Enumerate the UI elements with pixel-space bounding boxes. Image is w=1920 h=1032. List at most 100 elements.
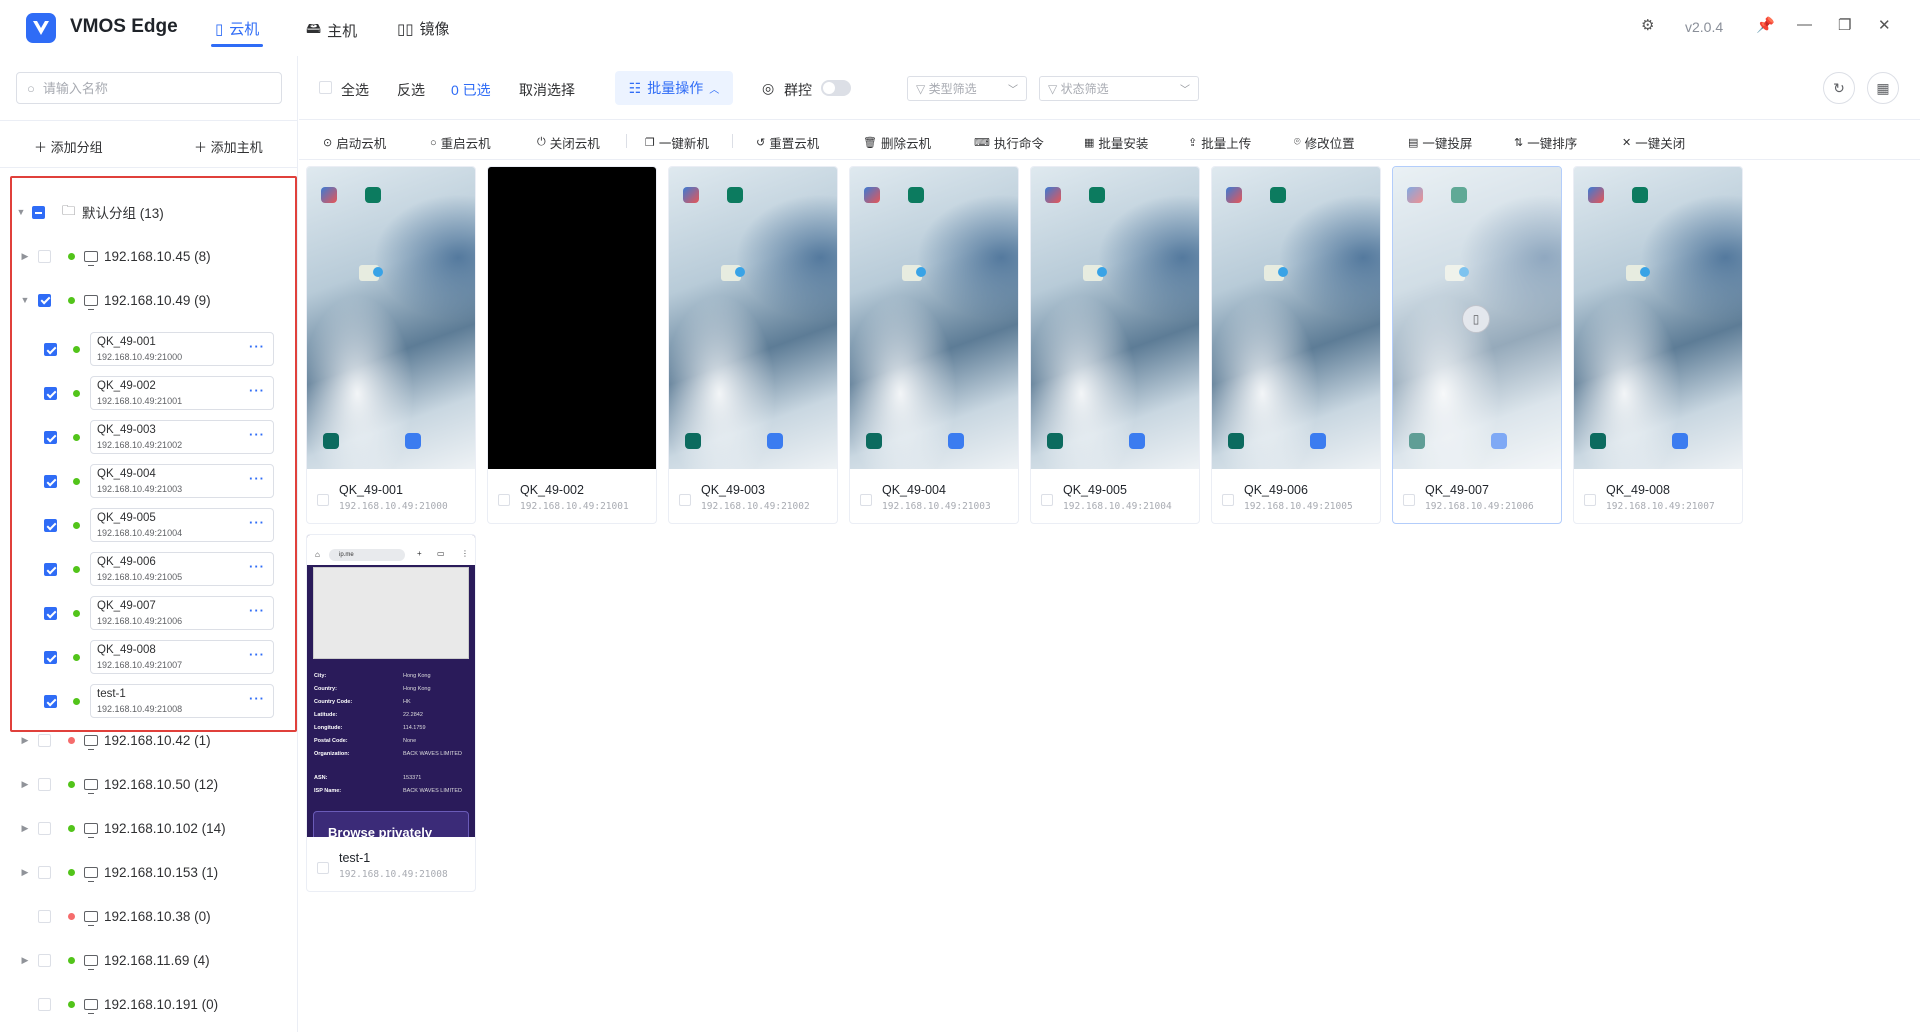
device-checkbox[interactable] <box>44 431 57 444</box>
device-checkbox[interactable] <box>44 607 57 620</box>
action-delete-button[interactable]: 🗑 删除云机 <box>863 133 931 152</box>
action-reset-button[interactable]: ↺ 重置云机 <box>756 133 819 152</box>
more-options-icon[interactable]: ··· <box>249 559 265 574</box>
device-screen[interactable] <box>669 167 837 469</box>
cloud-phone-card[interactable]: ⌂ ip.me + ▭ ⋮ City: Hong Kong Country: Ho… <box>306 534 476 892</box>
host-item[interactable]: ▶ 192.168.10.42 (1) <box>0 728 298 752</box>
card-checkbox[interactable] <box>317 494 329 506</box>
host-item[interactable]: 192.168.10.191 (0) <box>0 992 298 1016</box>
grid-view-button[interactable]: ▦ <box>1867 72 1899 104</box>
pin-icon[interactable]: 📌 <box>1756 16 1775 34</box>
chevron-right-icon[interactable]: ▶ <box>20 823 30 834</box>
action-restart-button[interactable]: ○ 重启云机 <box>430 133 491 152</box>
device-item[interactable]: QK_49-005 192.168.10.49:21004 ··· <box>0 508 298 542</box>
device-screen[interactable]: ▯ <box>1393 167 1561 469</box>
host-checkbox[interactable] <box>38 293 51 307</box>
cloud-phone-card[interactable]: QK_49-008 192.168.10.49:21007 <box>1573 166 1743 524</box>
invert-select-button[interactable]: 反选 <box>397 80 425 100</box>
maximize-icon[interactable]: ❐ <box>1838 16 1851 34</box>
host-checkbox[interactable] <box>38 821 51 835</box>
device-card[interactable]: QK_49-008 192.168.10.49:21007 ··· <box>90 640 274 674</box>
host-checkbox[interactable] <box>38 865 51 879</box>
search-input[interactable] <box>42 80 263 96</box>
settings-gear-icon[interactable]: ⚙ <box>1641 16 1654 34</box>
card-checkbox[interactable] <box>679 494 691 506</box>
device-card[interactable]: QK_49-001 192.168.10.49:21000 ··· <box>90 332 274 366</box>
device-card[interactable]: QK_49-003 192.168.10.49:21002 ··· <box>90 420 274 454</box>
more-options-icon[interactable]: ··· <box>249 339 265 354</box>
host-item[interactable]: ▼ 192.168.10.49 (9) <box>0 288 298 312</box>
refresh-button[interactable]: ↻ <box>1823 72 1855 104</box>
device-checkbox[interactable] <box>44 475 57 488</box>
device-checkbox[interactable] <box>44 343 57 356</box>
cloud-phone-card[interactable]: QK_49-002 192.168.10.49:21001 <box>487 166 657 524</box>
open-device-button[interactable]: ▯ <box>1462 305 1490 333</box>
action-cast-button[interactable]: ▤ 一键投屏 <box>1408 133 1472 152</box>
chevron-right-icon[interactable]: ▶ <box>20 735 30 746</box>
cloud-phone-card[interactable]: QK_49-005 192.168.10.49:21004 <box>1030 166 1200 524</box>
device-screen[interactable] <box>850 167 1018 469</box>
more-options-icon[interactable]: ··· <box>249 691 265 706</box>
cloud-phone-card[interactable]: QK_49-004 192.168.10.49:21003 <box>849 166 1019 524</box>
search-box[interactable]: ○ <box>16 72 282 104</box>
more-options-icon[interactable]: ··· <box>249 515 265 530</box>
card-checkbox[interactable] <box>317 862 329 874</box>
host-item[interactable]: ▶ 192.168.11.69 (4) <box>0 948 298 972</box>
action-sort-button[interactable]: ⇅ 一键排序 <box>1514 133 1577 152</box>
card-checkbox[interactable] <box>1584 494 1596 506</box>
device-item[interactable]: test-1 192.168.10.49:21008 ··· <box>0 684 298 718</box>
chevron-right-icon[interactable]: ▶ <box>20 955 30 966</box>
device-item[interactable]: QK_49-004 192.168.10.49:21003 ··· <box>0 464 298 498</box>
device-checkbox[interactable] <box>44 695 57 708</box>
close-icon[interactable]: ✕ <box>1878 16 1891 34</box>
more-options-icon[interactable]: ··· <box>249 603 265 618</box>
minimize-icon[interactable]: — <box>1797 16 1812 33</box>
device-screen[interactable] <box>1212 167 1380 469</box>
device-screen[interactable] <box>1031 167 1199 469</box>
cloud-phone-card[interactable]: QK_49-001 192.168.10.49:21000 <box>306 166 476 524</box>
action-install-button[interactable]: ▦ 批量安装 <box>1084 133 1148 152</box>
card-checkbox[interactable] <box>498 494 510 506</box>
host-checkbox[interactable] <box>38 733 51 747</box>
device-item[interactable]: QK_49-007 192.168.10.49:21006 ··· <box>0 596 298 630</box>
device-screen[interactable] <box>307 167 475 469</box>
card-checkbox[interactable] <box>1041 494 1053 506</box>
status-filter-select[interactable]: ▽ 状态筛选 ﹀ <box>1039 76 1199 101</box>
device-card[interactable]: QK_49-006 192.168.10.49:21005 ··· <box>90 552 274 586</box>
chevron-down-icon[interactable]: ▼ <box>20 295 30 305</box>
device-checkbox[interactable] <box>44 387 57 400</box>
device-item[interactable]: QK_49-001 192.168.10.49:21000 ··· <box>0 332 298 366</box>
host-item[interactable]: 192.168.10.38 (0) <box>0 904 298 928</box>
chevron-down-icon[interactable]: ▼ <box>16 207 26 217</box>
more-options-icon[interactable]: ··· <box>249 427 265 442</box>
action-upload-button[interactable]: ⇪ 批量上传 <box>1188 133 1251 152</box>
action-terminal-button[interactable]: ⌨ 执行命令 <box>974 133 1044 152</box>
chevron-right-icon[interactable]: ▶ <box>20 867 30 878</box>
add-group-button[interactable]: ＋ 添加分组 <box>34 137 103 156</box>
more-options-icon[interactable]: ··· <box>249 383 265 398</box>
card-checkbox[interactable] <box>1403 494 1415 506</box>
select-all-checkbox[interactable] <box>319 81 332 94</box>
tab-images[interactable]: ▯▯ 镜像 <box>397 18 450 39</box>
device-screen[interactable] <box>488 167 656 469</box>
group-checkbox[interactable] <box>32 205 45 219</box>
card-checkbox[interactable] <box>860 494 872 506</box>
type-filter-select[interactable]: ▽ 类型筛选 ﹀ <box>907 76 1027 101</box>
cloud-phone-card[interactable]: ▯ QK_49-007 192.168.10.49:21006 <box>1392 166 1562 524</box>
card-checkbox[interactable] <box>1222 494 1234 506</box>
action-new-device-button[interactable]: ❐ 一键新机 <box>645 133 709 152</box>
host-item[interactable]: ▶ 192.168.10.50 (12) <box>0 772 298 796</box>
device-item[interactable]: QK_49-002 192.168.10.49:21001 ··· <box>0 376 298 410</box>
group-control-toggle[interactable] <box>821 80 851 96</box>
host-checkbox[interactable] <box>38 909 51 923</box>
device-item[interactable]: QK_49-008 192.168.10.49:21007 ··· <box>0 640 298 674</box>
host-item[interactable]: ▶ 192.168.10.102 (14) <box>0 816 298 840</box>
cloud-phone-card[interactable]: QK_49-006 192.168.10.49:21005 <box>1211 166 1381 524</box>
action-location-button[interactable]: ⌾ 修改位置 <box>1294 133 1355 152</box>
action-close-button[interactable]: ✕ 一键关闭 <box>1622 133 1685 152</box>
cloud-phone-card[interactable]: QK_49-003 192.168.10.49:21002 <box>668 166 838 524</box>
device-screen[interactable]: ⌂ ip.me + ▭ ⋮ City: Hong Kong Country: Ho… <box>307 535 475 837</box>
tab-hosts[interactable]: 🖴 主机 <box>306 18 357 43</box>
device-item[interactable]: QK_49-003 192.168.10.49:21002 ··· <box>0 420 298 454</box>
batch-operations-button[interactable]: ☷ 批量操作 ︿ <box>615 71 733 105</box>
